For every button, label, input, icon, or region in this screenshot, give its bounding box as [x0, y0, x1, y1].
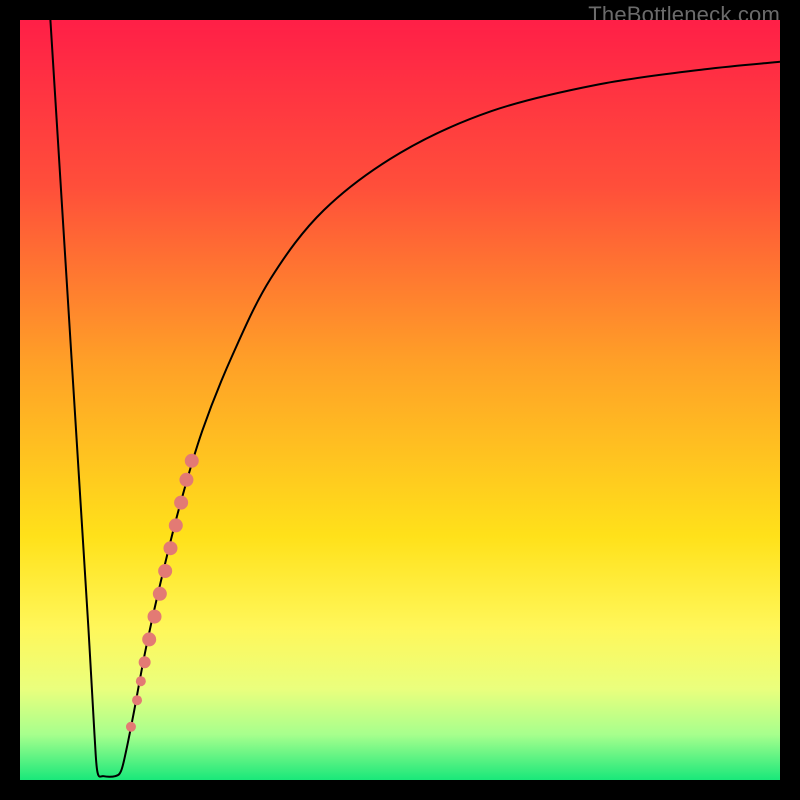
highlight-dot	[153, 587, 167, 601]
highlight-dot	[148, 610, 162, 624]
highlight-dot	[139, 656, 151, 668]
highlight-dot	[142, 632, 156, 646]
highlight-dot	[174, 496, 188, 510]
chart-frame: TheBottleneck.com	[0, 0, 800, 800]
highlight-dot	[163, 541, 177, 555]
highlight-dot	[185, 454, 199, 468]
gradient-background	[20, 20, 780, 780]
highlight-dot	[132, 695, 142, 705]
highlight-dot	[126, 722, 136, 732]
highlight-dot	[136, 676, 146, 686]
bottleneck-chart	[20, 20, 780, 780]
highlight-dot	[158, 564, 172, 578]
highlight-dot	[169, 518, 183, 532]
highlight-dot	[179, 473, 193, 487]
